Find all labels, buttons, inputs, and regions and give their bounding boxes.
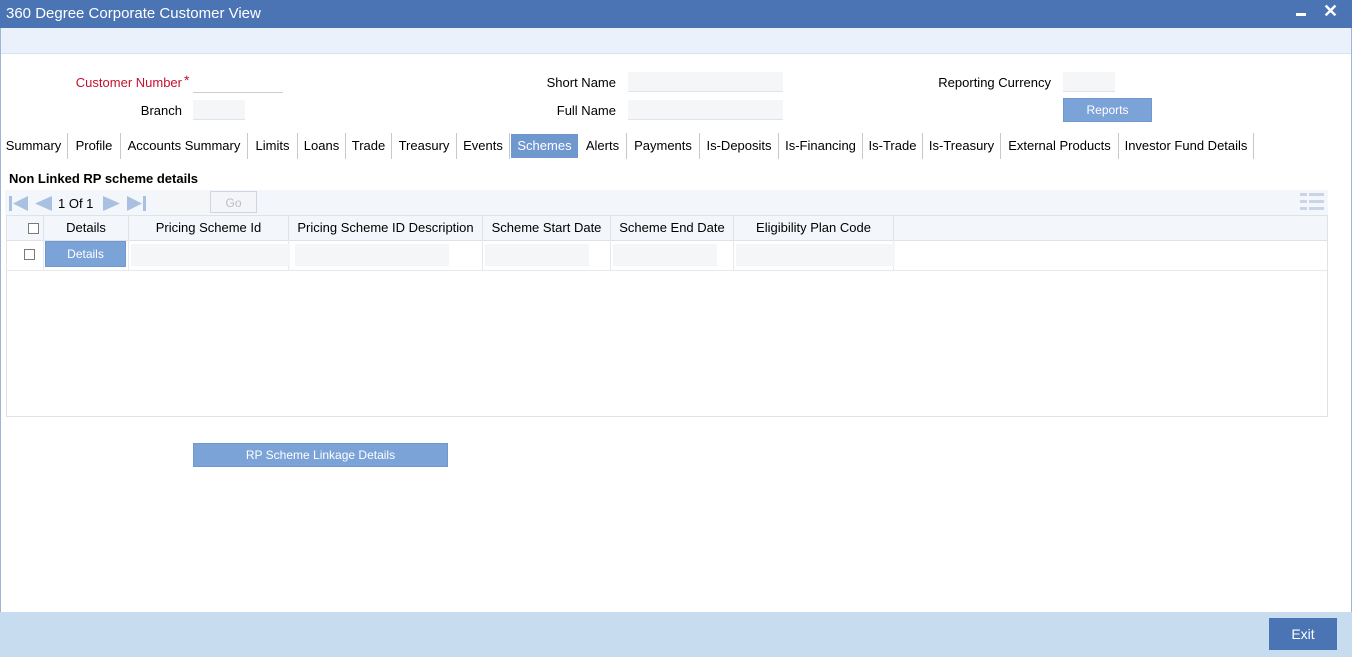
row-pricing-scheme-id-cell [129,240,290,270]
column-header-description[interactable]: Pricing Scheme ID Description [289,216,483,240]
reports-button[interactable]: Reports [1063,98,1152,122]
column-header-end-date[interactable]: Scheme End Date [611,216,734,240]
row-details-cell: Details [44,240,129,270]
tab-profile[interactable]: Profile [68,133,121,159]
first-page-icon[interactable] [8,195,30,212]
tab-events[interactable]: Events [457,133,510,159]
branch-input[interactable] [193,100,245,120]
select-all-checkbox[interactable] [28,223,39,234]
last-page-icon[interactable] [125,195,147,212]
page-number-input[interactable] [159,193,207,212]
full-name-input[interactable] [628,100,783,120]
tab-is-financing[interactable]: Is-Financing [779,133,863,159]
tab-investor-fund-details[interactable]: Investor Fund Details [1119,133,1254,159]
column-header-start-date[interactable]: Scheme Start Date [483,216,611,240]
footer-bar [0,612,1352,657]
tab-is-deposits[interactable]: Is-Deposits [700,133,779,159]
start-date-input[interactable] [485,244,589,266]
toolbar-strip [0,28,1352,54]
tab-is-treasury[interactable]: Is-Treasury [923,133,1001,159]
pricing-scheme-id-input[interactable] [131,244,290,266]
tab-trade[interactable]: Trade [346,133,392,159]
tab-alerts[interactable]: Alerts [579,133,627,159]
tab-summary[interactable]: Summary [0,133,68,159]
row-end-date-cell [611,240,734,270]
window-title: 360 Degree Corporate Customer View [6,5,261,22]
short-name-label: Short Name [546,75,616,90]
row-eligibility-plan-code-cell [734,240,895,270]
next-page-icon[interactable] [101,195,123,212]
tab-external-products[interactable]: External Products [1001,133,1119,159]
table-row: Details [7,240,1327,271]
previous-page-icon[interactable] [32,195,54,212]
end-date-input[interactable] [613,244,717,266]
tab-payments[interactable]: Payments [627,133,700,159]
title-bar: 360 Degree Corporate Customer View ✕ [0,0,1352,28]
eligibility-plan-code-input[interactable] [736,244,895,266]
tab-is-trade[interactable]: Is-Trade [863,133,923,159]
schemes-grid: Details Pricing Scheme Id Pricing Scheme… [6,215,1328,417]
reporting-currency-input[interactable] [1063,72,1115,92]
row-start-date-cell [483,240,611,270]
minimize-icon[interactable] [1296,13,1306,16]
details-button[interactable]: Details [45,241,126,267]
customer-number-input[interactable] [193,73,283,93]
required-marker: * [184,72,190,88]
select-all-cell [7,216,44,240]
section-title: Non Linked RP scheme details [9,171,199,186]
close-icon[interactable]: ✕ [1323,0,1338,22]
description-input[interactable] [295,244,449,266]
row-select-cell [7,240,44,270]
column-header-eligibility-plan-code[interactable]: Eligibility Plan Code [734,216,894,240]
grid-header: Details Pricing Scheme Id Pricing Scheme… [7,216,1327,241]
reporting-currency-label: Reporting Currency [938,75,1051,90]
rp-scheme-linkage-details-button[interactable]: RP Scheme Linkage Details [193,443,448,467]
tab-schemes[interactable]: Schemes [511,134,578,158]
column-header-details[interactable]: Details [44,216,129,240]
column-header-pricing-scheme-id[interactable]: Pricing Scheme Id [129,216,289,240]
short-name-input[interactable] [628,72,783,92]
tab-accounts-summary[interactable]: Accounts Summary [121,133,248,159]
page-indicator: 1 Of 1 [58,196,94,211]
go-button[interactable]: Go [210,191,257,213]
full-name-label: Full Name [556,103,616,118]
customer-number-label: Customer Number [75,75,182,90]
tab-loans[interactable]: Loans [298,133,346,159]
grid-pager: 1 Of 1 Go [5,190,1328,215]
tab-bar: Summary Profile Accounts Summary Limits … [0,133,1352,159]
branch-label: Branch [140,103,182,118]
row-description-cell [289,240,483,270]
tab-treasury[interactable]: Treasury [392,133,457,159]
row-checkbox[interactable] [24,249,35,260]
tab-limits[interactable]: Limits [248,133,298,159]
exit-button[interactable]: Exit [1269,618,1337,650]
column-settings-icon[interactable] [1300,193,1324,211]
